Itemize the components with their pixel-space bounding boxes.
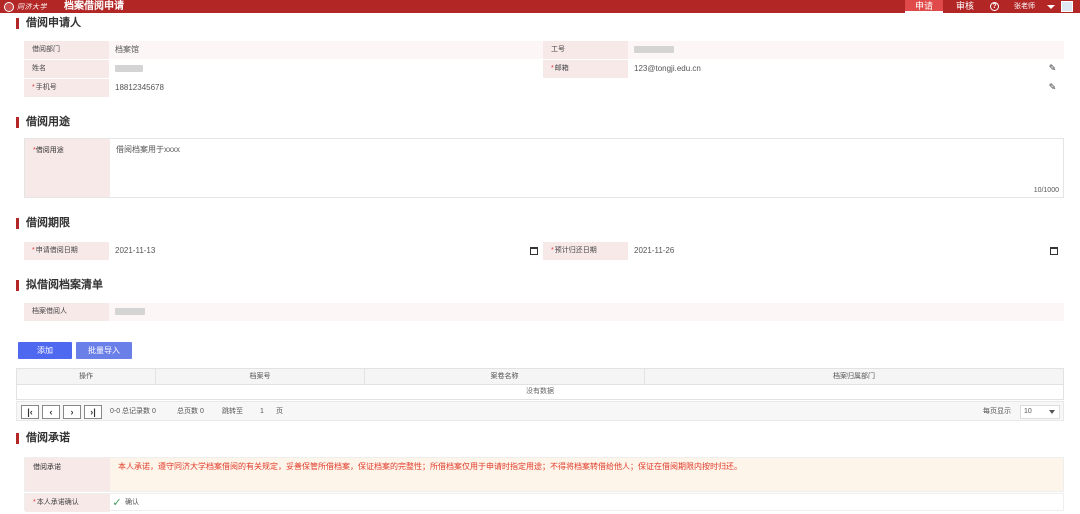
section-title-archive-list: 拟借阅档案清单 — [16, 280, 103, 291]
return-date-field[interactable]: 2021-11-26 — [628, 242, 1064, 260]
name-value — [109, 60, 543, 78]
total-pages: 总页数 0 — [177, 408, 204, 415]
page-unit: 页 — [276, 408, 283, 415]
return-date-label: *预计归还日期 — [543, 242, 628, 260]
calendar-icon[interactable] — [530, 247, 538, 255]
column-header-department[interactable]: 档案归属部门 — [645, 369, 1063, 384]
nav-tab-apply[interactable]: 申请 — [905, 0, 944, 13]
user-name[interactable]: 张老师 — [1014, 1, 1035, 13]
page-number-input[interactable]: 1 — [253, 405, 271, 419]
section-title-purpose: 借阅用途 — [16, 117, 70, 128]
commitment-text: 本人承诺，遵守同济大学档案借阅的有关规定，妥善保管所借档案，保证档案的完整性；所… — [110, 458, 1063, 491]
purpose-textarea[interactable]: 借阅档案用于xxxx — [110, 139, 1063, 197]
university-logo: 同济大学 — [4, 1, 47, 12]
column-header-actions[interactable]: 操作 — [17, 369, 156, 384]
university-seal-icon — [4, 1, 14, 12]
per-page-value: 10 — [1024, 408, 1032, 415]
chevron-down-icon — [1049, 410, 1055, 414]
form-row-borrower: 档案借阅人 — [24, 303, 1064, 321]
form-row-name: 姓名 *邮箱 123@tongji.edu.cn ✎ — [24, 60, 1064, 78]
record-range: 0-0 总记录数 0 — [110, 408, 156, 415]
last-page-icon[interactable]: ›| — [84, 405, 102, 419]
char-counter: 10/1000 — [1033, 187, 1059, 194]
logo-text: 同济大学 — [17, 2, 47, 11]
form-row-dept: 借阅部门 档案馆 工号 — [24, 41, 1064, 59]
phone-label: *手机号 — [24, 79, 109, 97]
confirm-checkbox-label[interactable]: 确认 — [125, 494, 139, 512]
borrower-value — [109, 303, 1064, 321]
dept-label: 借阅部门 — [24, 41, 109, 59]
add-button[interactable]: 添加 — [18, 342, 72, 359]
start-date-label-text: 申请借阅日期 — [35, 247, 78, 254]
goto-label: 跳转至 — [222, 408, 243, 415]
top-bar: 同济大学 档案借阅申请 申请 审核 ? 张老师 — [0, 0, 1080, 13]
pagination-bar: |‹ ‹ › ›| 0-0 总记录数 0 总页数 0 跳转至 1 页 每页显示 … — [16, 401, 1064, 421]
form-row-phone: *手机号 18812345678 ✎ — [24, 79, 1064, 97]
help-icon[interactable]: ? — [990, 2, 999, 11]
staff-id-value — [628, 41, 1064, 59]
purpose-label: *借阅用途 — [25, 139, 110, 197]
form-row-period: *申请借阅日期 2021-11-13 *预计归还日期 2021-11-26 — [24, 242, 1064, 260]
empty-message: 没有数据 — [526, 388, 554, 395]
checkmark-icon[interactable]: ✓ — [110, 496, 124, 510]
borrower-label: 档案借阅人 — [24, 303, 109, 321]
email-field[interactable]: 123@tongji.edu.cn — [628, 60, 1064, 78]
email-label-text: 邮箱 — [554, 65, 569, 72]
commitment-label: 借阅承诺 — [25, 458, 110, 491]
confirm-row: *本人承诺确认 ✓ 确认 — [24, 493, 1064, 512]
app-title: 档案借阅申请 — [64, 1, 124, 12]
section-title-applicant: 借阅申请人 — [16, 18, 81, 29]
purpose-label-text: 借阅用途 — [35, 147, 64, 154]
confirm-label: *本人承诺确认 — [25, 494, 110, 512]
column-header-archive-no[interactable]: 档案号 — [156, 369, 365, 384]
email-label: *邮箱 — [543, 60, 628, 78]
edit-pencil-icon[interactable]: ✎ — [1048, 64, 1057, 73]
purpose-row: *借阅用途 借阅档案用于xxxx 10/1000 — [24, 138, 1064, 198]
return-date-label-text: 预计归还日期 — [554, 247, 597, 254]
per-page-select[interactable]: 10 — [1020, 405, 1060, 419]
edit-pencil-icon[interactable]: ✎ — [1048, 83, 1057, 92]
table-header: 操作 档案号 案卷名称 档案归属部门 — [17, 369, 1063, 385]
start-date-label: *申请借阅日期 — [24, 242, 109, 260]
prev-page-icon[interactable]: ‹ — [42, 405, 60, 419]
name-label: 姓名 — [24, 60, 109, 78]
chevron-down-icon[interactable] — [1047, 5, 1055, 9]
calendar-icon[interactable] — [1050, 247, 1058, 255]
commitment-row: 借阅承诺 本人承诺，遵守同济大学档案借阅的有关规定，妥善保管所借档案，保证档案的… — [24, 457, 1064, 492]
per-page-label: 每页显示 — [983, 408, 1011, 415]
section-title-period: 借阅期限 — [16, 218, 70, 229]
avatar[interactable] — [1061, 1, 1073, 12]
archive-table: 操作 档案号 案卷名称 档案归属部门 没有数据 — [16, 368, 1064, 400]
batch-import-button[interactable]: 批量导入 — [76, 342, 132, 359]
phone-label-text: 手机号 — [35, 84, 57, 91]
staff-id-label: 工号 — [543, 41, 628, 59]
phone-field[interactable]: 18812345678 — [109, 79, 1064, 97]
confirm-label-text: 本人承诺确认 — [36, 499, 79, 506]
section-title-commitment: 借阅承诺 — [16, 433, 70, 444]
nav-tab-review[interactable]: 审核 — [946, 0, 984, 13]
next-page-icon[interactable]: › — [63, 405, 81, 419]
dept-value: 档案馆 — [109, 41, 543, 59]
start-date-field[interactable]: 2021-11-13 — [109, 242, 543, 260]
column-header-file-name[interactable]: 案卷名称 — [365, 369, 645, 384]
first-page-icon[interactable]: |‹ — [21, 405, 39, 419]
